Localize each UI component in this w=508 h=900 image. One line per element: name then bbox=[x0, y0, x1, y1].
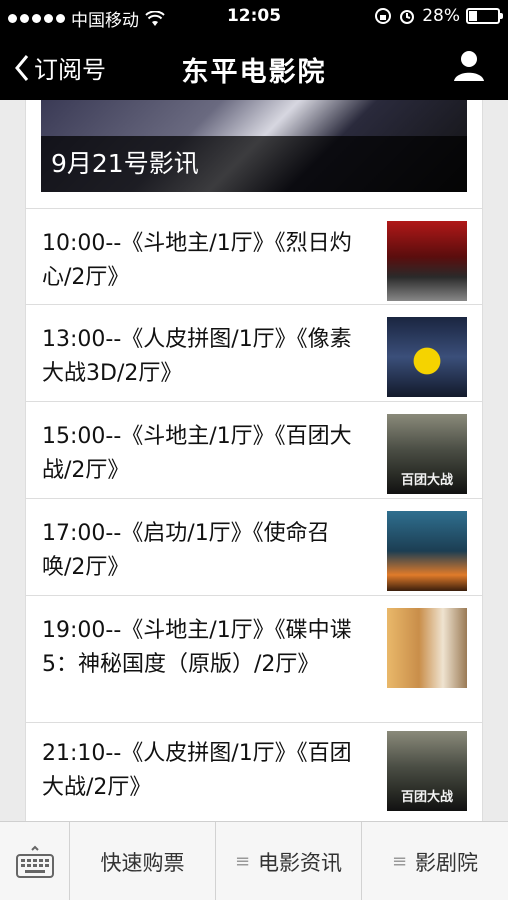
tab-quick-ticket[interactable]: 快速购票 bbox=[69, 822, 215, 900]
alarm-icon bbox=[400, 10, 415, 24]
schedule-row[interactable]: 17:00--《启功/1厅》《使命召唤/2厅》 bbox=[26, 498, 482, 595]
page-title: 东平电影院 bbox=[181, 57, 327, 88]
movie-thumbnail bbox=[387, 317, 467, 397]
schedule-row[interactable]: 21:10--《人皮拼图/1厅》《百团大战/2厅》 百团大战 bbox=[26, 722, 482, 821]
movie-thumbnail bbox=[387, 511, 467, 591]
schedule-text: 10:00--《斗地主/1厅》《烈日灼心/2厅》 bbox=[42, 231, 352, 290]
keyboard-icon bbox=[15, 845, 54, 878]
schedule-text: 15:00--《斗地主/1厅》《百团大战/2厅》 bbox=[42, 424, 352, 483]
cover-image[interactable]: 9月21号影讯 bbox=[41, 100, 467, 192]
poster-caption: 百团大战 bbox=[400, 790, 453, 805]
schedule-row[interactable]: 15:00--《斗地主/1厅》《百团大战/2厅》 百团大战 bbox=[26, 401, 482, 498]
schedule-text: 13:00--《人皮拼图/1厅》《像素大战3D/2厅》 bbox=[42, 327, 352, 386]
article-card: 9月21号影讯 10:00--《斗地主/1厅》《烈日灼心/2厅》 13:00--… bbox=[25, 100, 483, 821]
battery-icon bbox=[466, 8, 503, 24]
schedule-text: 17:00--《启功/1厅》《使命召唤/2厅》 bbox=[42, 521, 330, 580]
schedule-row[interactable]: 13:00--《人皮拼图/1厅》《像素大战3D/2厅》 bbox=[26, 304, 482, 401]
schedule-text: 19:00--《斗地主/1厅》《碟中谍5：神秘国度（原版）/2厅》 bbox=[42, 618, 352, 677]
movie-thumbnail bbox=[387, 608, 467, 688]
keyboard-toggle-button[interactable] bbox=[0, 822, 69, 900]
movie-thumbnail: 百团大战 bbox=[387, 414, 467, 494]
movie-thumbnail bbox=[387, 221, 467, 301]
tab-label: 快速购票 bbox=[100, 850, 185, 875]
tab-label: 电影资讯 bbox=[258, 850, 343, 875]
cover-caption: 9月21号影讯 bbox=[51, 149, 199, 178]
screen: 中国移动 12:05 28% 订阅号 东平电影院 9月21号影讯 10:00--… bbox=[0, 0, 508, 900]
movie-thumbnail: 百团大战 bbox=[387, 731, 467, 811]
tab-label: 影剧院 bbox=[415, 850, 479, 875]
tab-movie-news[interactable]: ≡ 电影资讯 bbox=[215, 822, 361, 900]
nav-bar: 订阅号 东平电影院 bbox=[0, 34, 508, 100]
article-content[interactable]: 9月21号影讯 10:00--《斗地主/1厅》《烈日灼心/2厅》 13:00--… bbox=[0, 100, 508, 821]
poster-caption: 百团大战 bbox=[400, 473, 453, 488]
rotation-lock-icon bbox=[375, 8, 392, 24]
schedule-row[interactable]: 19:00--《斗地主/1厅》《碟中谍5：神秘国度（原版）/2厅》 bbox=[26, 595, 482, 722]
menu-icon: ≡ bbox=[234, 851, 251, 872]
status-right: 28% bbox=[374, 6, 503, 26]
bottom-menu: 快速购票 ≡ 电影资讯 ≡ 影剧院 bbox=[0, 821, 508, 900]
menu-icon: ≡ bbox=[391, 851, 408, 872]
profile-icon[interactable] bbox=[452, 48, 486, 82]
schedule-text: 21:10--《人皮拼图/1厅》《百团大战/2厅》 bbox=[42, 741, 352, 800]
battery-percent: 28% bbox=[422, 6, 460, 26]
schedule-row[interactable]: 10:00--《斗地主/1厅》《烈日灼心/2厅》 bbox=[26, 208, 482, 304]
battery-fill bbox=[469, 11, 477, 21]
tab-theater[interactable]: ≡ 影剧院 bbox=[361, 822, 508, 900]
status-bar: 中国移动 12:05 28% bbox=[0, 0, 508, 34]
